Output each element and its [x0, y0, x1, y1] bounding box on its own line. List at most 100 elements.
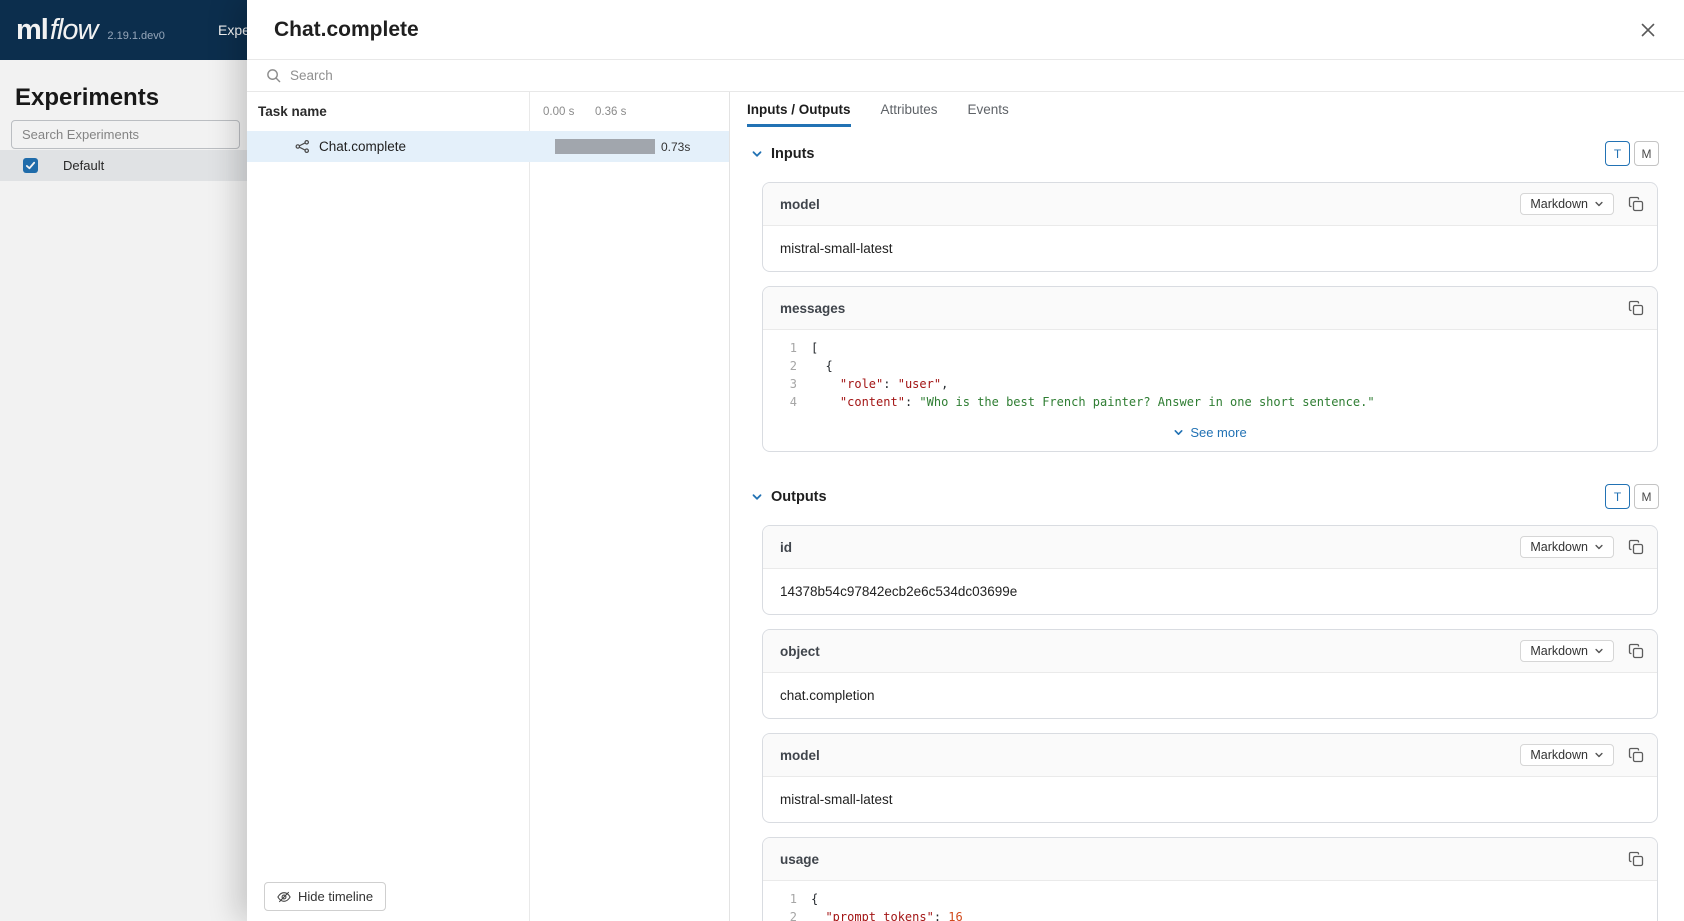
span-row-chat-complete[interactable]: Chat.complete 0.73s	[247, 131, 729, 162]
copy-icon	[1628, 851, 1644, 867]
mlflow-logo[interactable]: ml flow	[16, 16, 97, 45]
field-title: id	[780, 540, 792, 555]
copy-button[interactable]	[1628, 851, 1644, 867]
chevron-down-icon	[1173, 427, 1184, 438]
field-title: model	[780, 748, 820, 763]
copy-button[interactable]	[1628, 539, 1644, 555]
chevron-down-icon	[1594, 199, 1604, 209]
eye-off-icon	[277, 890, 291, 904]
field-value: mistral-small-latest	[763, 777, 1657, 822]
copy-icon	[1628, 300, 1644, 316]
field-card-input-model: model Markdown mistral-small-latest	[762, 182, 1658, 272]
inputs-view-toggle-group: T M	[1605, 141, 1659, 166]
experiment-list-row[interactable]: Default	[0, 150, 247, 181]
outputs-section-title: Outputs	[771, 489, 827, 505]
copy-icon	[1628, 747, 1644, 763]
field-title: object	[780, 644, 820, 659]
logo-ml: ml	[16, 16, 48, 45]
experiment-name-label: Default	[63, 158, 104, 173]
see-more-button[interactable]: See more	[763, 417, 1657, 451]
tab-attributes[interactable]: Attributes	[881, 92, 938, 127]
detail-content: Inputs T M model Markdown	[730, 127, 1684, 921]
trace-search-input[interactable]	[290, 68, 1665, 83]
chevron-down-icon	[1594, 646, 1604, 656]
card-header: id Markdown	[763, 526, 1657, 569]
markdown-view-toggle[interactable]: M	[1634, 141, 1659, 166]
field-title: usage	[780, 852, 819, 867]
copy-button[interactable]	[1628, 747, 1644, 763]
field-title: messages	[780, 301, 845, 316]
markdown-view-toggle[interactable]: M	[1634, 484, 1659, 509]
hide-timeline-button[interactable]: Hide timeline	[264, 882, 386, 911]
copy-button[interactable]	[1628, 643, 1644, 659]
render-mode-select[interactable]: Markdown	[1520, 640, 1614, 662]
text-view-toggle[interactable]: T	[1605, 484, 1630, 509]
task-name-column-header: Task name	[258, 104, 327, 119]
tree-header: Task name 0.00 s 0.36 s	[247, 92, 729, 131]
card-header: model Markdown	[763, 183, 1657, 226]
card-header: messages	[763, 287, 1657, 330]
field-card-output-object: object Markdown chat.completion	[762, 629, 1658, 719]
span-type-icon	[295, 139, 310, 154]
render-mode-select[interactable]: Markdown	[1520, 744, 1614, 766]
text-view-toggle[interactable]: T	[1605, 141, 1630, 166]
field-card-input-messages: messages 1[2 {3 "role": "user",4 "conten…	[762, 286, 1658, 452]
field-value: mistral-small-latest	[763, 226, 1657, 271]
logo-flow: flow	[50, 16, 98, 45]
span-name-label: Chat.complete	[319, 139, 406, 154]
copy-icon	[1628, 196, 1644, 212]
chevron-down-icon[interactable]	[751, 148, 763, 160]
hide-timeline-label: Hide timeline	[298, 889, 373, 904]
chevron-down-icon	[1594, 750, 1604, 760]
card-header: model Markdown	[763, 734, 1657, 777]
messages-code-block: 1[2 {3 "role": "user",4 "content": "Who …	[763, 330, 1657, 417]
outputs-view-toggle-group: T M	[1605, 484, 1659, 509]
trace-detail-drawer: Chat.complete Task name 0.00 s 0.36 s Ch…	[247, 0, 1684, 921]
card-header: object Markdown	[763, 630, 1657, 673]
render-mode-value: Markdown	[1530, 540, 1588, 554]
time-tick-1: 0.36 s	[595, 106, 626, 118]
span-tree-panel: Task name 0.00 s 0.36 s Chat.complete 0.…	[247, 92, 730, 921]
span-detail-panel: Inputs / Outputs Attributes Events Input…	[730, 92, 1684, 921]
version-label: 2.19.1.dev0	[107, 30, 165, 42]
render-mode-select[interactable]: Markdown	[1520, 536, 1614, 558]
copy-icon	[1628, 539, 1644, 555]
copy-icon	[1628, 643, 1644, 659]
inputs-section-header: Inputs T M	[751, 141, 1659, 166]
render-mode-select[interactable]: Markdown	[1520, 193, 1614, 215]
inputs-section-title: Inputs	[771, 146, 815, 162]
detail-tabs: Inputs / Outputs Attributes Events	[730, 92, 1684, 127]
see-more-label: See more	[1190, 425, 1246, 440]
usage-code-block: 1{2 "prompt_tokens": 16	[763, 881, 1657, 921]
card-header: usage	[763, 838, 1657, 881]
tab-inputs-outputs[interactable]: Inputs / Outputs	[747, 92, 851, 127]
trace-search-bar	[247, 60, 1684, 92]
checkbox-checked-icon[interactable]	[23, 158, 38, 173]
field-title: model	[780, 197, 820, 212]
outputs-section-header: Outputs T M	[751, 484, 1659, 509]
search-icon	[266, 68, 281, 83]
field-value: 14378b54c97842ecb2e6c534dc03699e	[763, 569, 1657, 614]
copy-button[interactable]	[1628, 300, 1644, 316]
column-divider[interactable]	[529, 92, 530, 921]
chevron-down-icon[interactable]	[751, 491, 763, 503]
render-mode-value: Markdown	[1530, 197, 1588, 211]
field-card-output-usage: usage 1{2 "prompt_tokens": 16	[762, 837, 1658, 921]
close-icon	[1641, 23, 1655, 37]
copy-button[interactable]	[1628, 196, 1644, 212]
render-mode-value: Markdown	[1530, 644, 1588, 658]
duration-bar[interactable]	[555, 139, 655, 154]
chevron-down-icon	[1594, 542, 1604, 552]
duration-label: 0.73s	[661, 140, 690, 154]
close-button[interactable]	[1634, 16, 1662, 44]
time-tick-0: 0.00 s	[543, 106, 574, 118]
drawer-body: Task name 0.00 s 0.36 s Chat.complete 0.…	[247, 92, 1684, 921]
render-mode-value: Markdown	[1530, 748, 1588, 762]
field-value: chat.completion	[763, 673, 1657, 718]
field-card-output-id: id Markdown 14378b54c97842ecb2e6c534dc03…	[762, 525, 1658, 615]
drawer-title: Chat.complete	[274, 18, 419, 42]
field-card-output-model: model Markdown mistral-small-latest	[762, 733, 1658, 823]
page-title: Experiments	[15, 84, 159, 112]
tab-events[interactable]: Events	[968, 92, 1009, 127]
experiments-search-input[interactable]	[11, 120, 240, 149]
